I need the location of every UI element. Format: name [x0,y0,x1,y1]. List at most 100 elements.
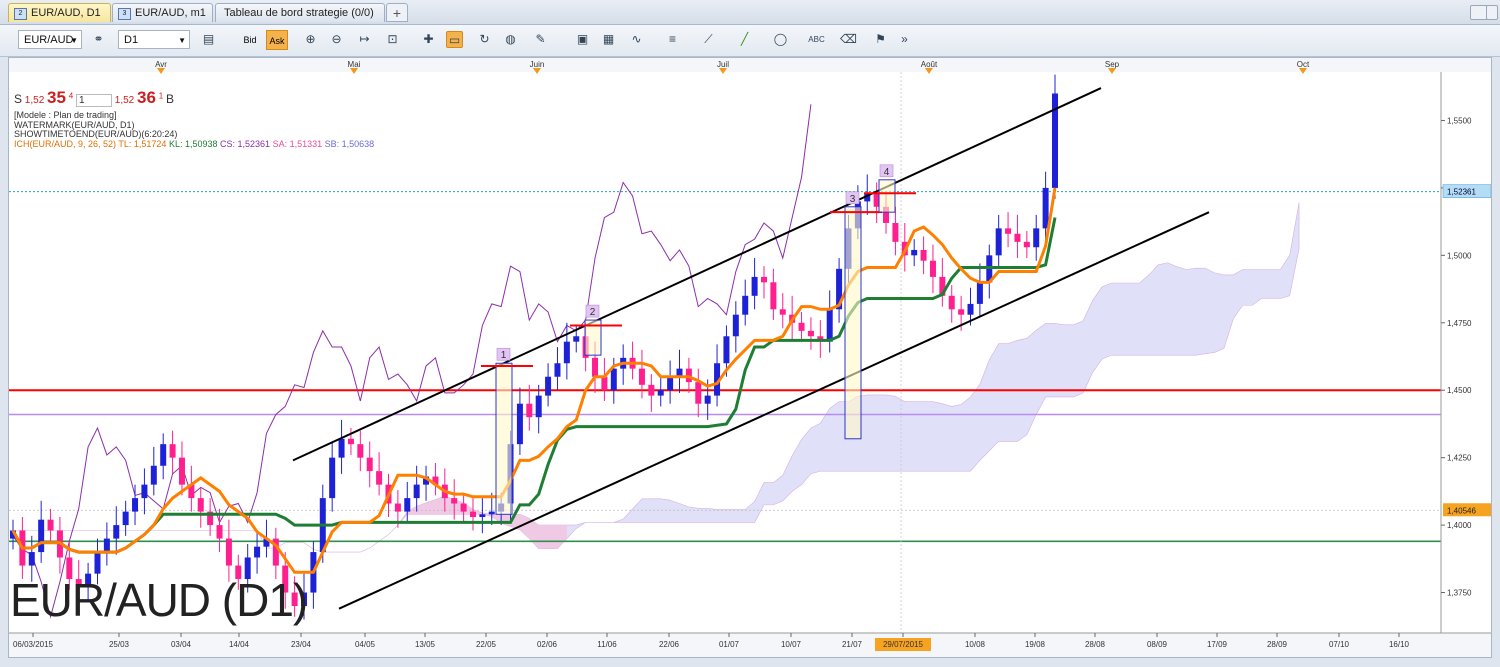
candle-body [920,249,927,261]
zoom-area-icon[interactable]: ⊡ [384,31,401,48]
buy-price-big[interactable]: 36 [137,88,156,107]
candle-body [573,336,580,342]
time-tick-label: 25/03 [109,640,130,649]
candle-body [216,525,223,539]
month-label: Mai [348,60,361,69]
current-price-label: 1,52361 [1447,188,1476,197]
candle-body [413,484,420,499]
candle-body [338,438,345,458]
data-window-icon[interactable]: ▭ [446,31,463,48]
candle-body [394,503,401,512]
more-icon[interactable]: » [896,31,913,48]
candle-body [169,444,176,458]
timeframe-select[interactable]: D1 ▼ [118,30,190,49]
sell-price-big[interactable]: 35 [47,88,66,107]
candle-body [601,376,608,391]
lot-input[interactable]: 1 [75,94,112,107]
buy-price-prefix[interactable]: 1,52 [115,95,134,106]
candle-body [1033,228,1040,248]
annotation-label: 1 [501,350,507,361]
drawing-tools-icon[interactable]: ⟋ [700,31,717,48]
quote-panel: S 1,52 35 4 1 1,52 36 1 B [14,88,174,107]
ask-button[interactable]: Ask [266,30,288,50]
candle-body [892,222,899,242]
annotation-box [495,362,513,515]
candle-body [610,368,617,391]
annotation-label: 4 [884,167,890,178]
text-tool-icon[interactable]: ABC [808,31,825,48]
candle-body [122,511,129,526]
refresh-icon[interactable]: ↻ [476,31,493,48]
screenshot-icon[interactable]: ▣ [574,31,591,48]
bid-label: Bid [243,35,257,45]
candle-body [225,538,232,566]
eraser-icon[interactable]: ⌫ [840,31,857,48]
symbol-value: EUR/AUD [24,34,74,46]
add-tab-button[interactable]: + [386,3,408,22]
candle-body [404,498,411,512]
candle-body [798,322,805,331]
link-icon[interactable]: ⚭ [90,31,107,48]
tab-eur-aud-m1[interactable]: 3 EUR/AUD, m1 [112,3,213,22]
tenkan-value: TL: 1,51724 [118,138,167,149]
candle-body [704,395,711,404]
candle-body [1014,233,1021,242]
sell-price-prefix[interactable]: 1,52 [25,95,44,106]
price-tick-label: 1,5000 [1447,251,1472,260]
ruler-icon[interactable]: ✎ [532,31,549,48]
candle-body [178,457,185,485]
tab-label: Tableau de bord strategie (0/0) [224,7,374,19]
indicator-icon[interactable]: ∿ [628,31,645,48]
time-tick-label: 19/08 [1025,640,1046,649]
candle-body [742,295,749,315]
candle-body [150,465,157,485]
price-axis-background [1441,72,1491,633]
annotation-label: 3 [850,194,856,205]
template-icon[interactable]: ▦ [600,31,617,48]
tab-label: EUR/AUD, D1 [31,7,101,19]
price-tick-label: 1,3750 [1447,589,1472,598]
zoom-in-icon[interactable]: ⊕ [302,31,319,48]
candle-body [469,511,476,518]
candle-body [94,552,101,574]
close-window-button[interactable] [1486,5,1498,20]
globe-icon[interactable]: ◍ [502,31,519,48]
time-tick-label: 17/09 [1207,640,1228,649]
candle-body [751,276,758,296]
month-strip [9,58,1491,72]
price-tick-label: 1,4250 [1447,454,1472,463]
candle-body [376,471,383,485]
candle-body [47,519,54,531]
symbol-select[interactable]: EUR/AUD ▼ [18,30,82,49]
crosshair-icon[interactable]: ✚ [420,31,437,48]
shape-icon[interactable]: ◯ [772,31,789,48]
time-tick-label: 23/04 [291,640,312,649]
candle-body [563,341,570,364]
indicator-legend: [Modele : Plan de trading] WATERMARK(EUR… [14,110,375,149]
time-tick-label: 16/10 [1389,640,1410,649]
objects-icon[interactable]: ⚑ [872,31,889,48]
timeframe-value: D1 [124,34,139,46]
chart-type-icon[interactable]: ▤ [200,31,217,48]
month-label: Juil [717,60,729,69]
candle-body [1042,187,1049,229]
chart-tab-icon: 2 [14,8,27,20]
chart-tab-icon: 3 [118,8,131,20]
zoom-out-icon[interactable]: ⊖ [328,31,345,48]
candle-body [760,276,767,283]
tab-eur-aud-d1[interactable]: 2 EUR/AUD, D1 [8,3,111,22]
senkou-b-value: SB: 1,50638 [324,138,375,149]
buy-price-pip: 1 [158,91,164,101]
time-tick-label: 02/06 [537,640,558,649]
time-tick-label: 10/07 [781,640,802,649]
month-label: Sep [1105,60,1120,69]
candle-body [132,498,139,512]
candle-body [657,390,664,396]
senkou-a-value: SA: 1,51331 [272,138,323,149]
candle-body [160,444,167,466]
tab-dashboard[interactable]: Tableau de bord strategie (0/0) [215,3,385,22]
autoscroll-icon[interactable]: ↦ [356,31,373,48]
trend-line-icon[interactable]: ╱ [736,31,753,48]
line-style-icon[interactable]: ≡ [664,31,681,48]
bid-button[interactable]: Bid [240,30,260,50]
